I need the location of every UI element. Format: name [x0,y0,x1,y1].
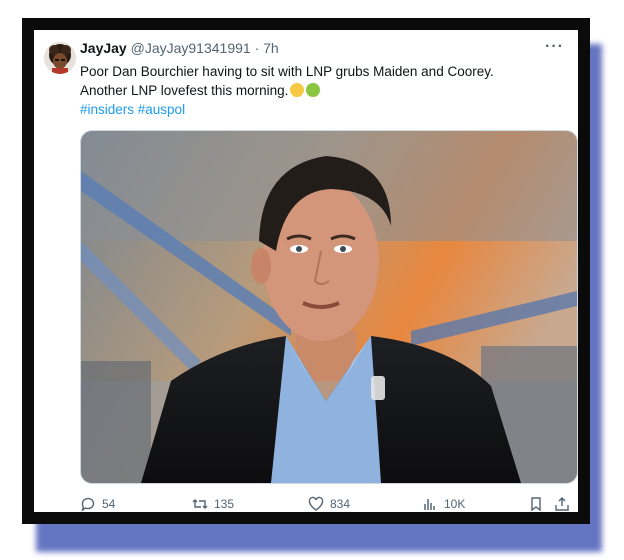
tweet-media-photo[interactable] [80,130,578,484]
views-chart-icon [424,499,435,510]
views-button[interactable]: 10K [422,496,465,512]
hashtags[interactable]: #insiders #auspol [80,100,570,119]
like-button[interactable]: 834 [308,496,350,512]
studio-photo [81,131,577,483]
reply-count: 54 [102,497,116,511]
retweet-button[interactable]: 135 [192,496,234,512]
author-handle[interactable]: @JayJay91341991 [131,40,251,56]
bookmark-button[interactable] [528,496,544,512]
tweet-header: JayJay @JayJay91341991 · 7h [80,40,279,56]
author-name[interactable]: JayJay [80,40,127,56]
tweet-actions: 54 135 834 10K [80,496,576,516]
tweet-text-line1: Poor Dan Bourchier having to sit with LN… [80,64,494,79]
tweet-text: Poor Dan Bourchier having to sit with LN… [80,62,570,119]
avatar[interactable] [44,42,76,74]
views-count: 10K [444,497,466,511]
tweet-card[interactable]: JayJay @JayJay91341991 · 7h ··· Poor Dan… [34,30,578,512]
separator: · [254,40,260,56]
reply-icon [81,497,95,512]
tweet-text-line2: Another LNP lovefest this morning. [80,83,289,98]
share-icon [555,497,569,511]
timestamp[interactable]: 7h [263,40,279,56]
tweet-text-line2-wrap: Another LNP lovefest this morning. [80,81,570,100]
more-options-icon[interactable]: ··· [545,38,564,56]
bookmark-icon [531,497,541,512]
nauseated-face-emoji-icon [306,83,321,97]
eye-roll-emoji-icon [290,83,305,97]
heart-icon [308,496,324,511]
retweet-count: 135 [214,497,235,511]
retweet-icon [192,499,208,509]
share-button[interactable] [554,496,570,512]
like-count: 834 [330,497,351,511]
reply-button[interactable]: 54 [80,496,115,512]
